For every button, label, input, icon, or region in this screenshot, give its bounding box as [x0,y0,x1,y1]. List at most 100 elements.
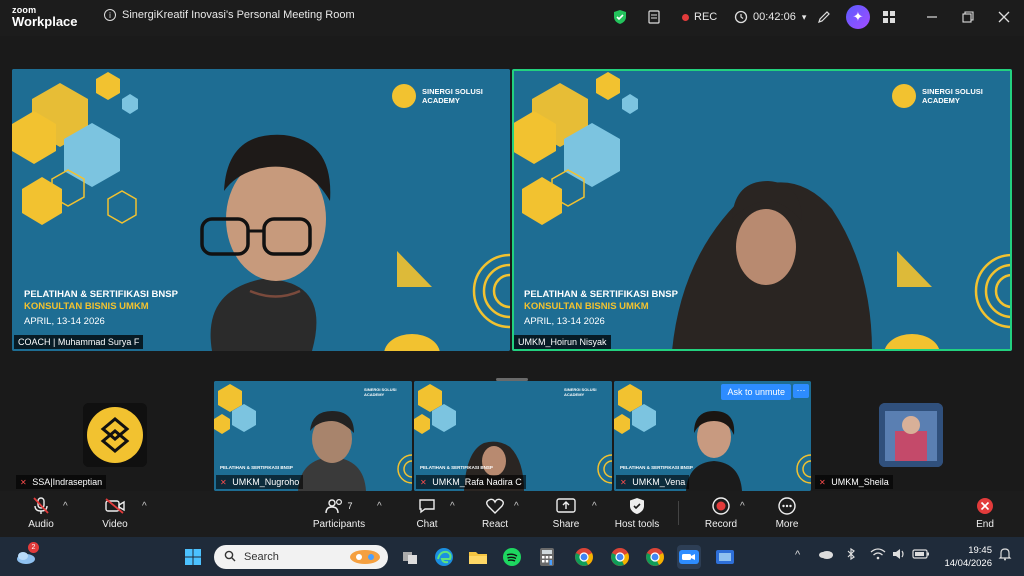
gallery-tile-rafa[interactable]: SINERGI SOLUSI ACADEMY PELATIHAN & SERTI… [414,381,612,491]
participant-more-button[interactable]: ··· [793,384,809,398]
more-button[interactable]: More [752,495,822,530]
end-label: End [976,519,994,530]
slide-heading: PELATIHAN & SERTIFIKASI BNSP [220,465,293,471]
notes-icon[interactable] [646,4,662,30]
chrome-profile-icon[interactable] [608,545,632,569]
react-button[interactable]: React [460,495,530,530]
slide-heading1: PELATIHAN & SERTIFIKASI BNSP [524,289,678,300]
participant-name-label: ✕ SSA|Indraseptian [16,475,107,489]
search-icon [224,550,236,565]
react-options-chevron-icon[interactable]: ^ [514,501,519,512]
video-tile-hoirun[interactable]: SINERGI SOLUSI ACADEMY PELATIHAN & SERTI… [512,69,1012,351]
org-line1: SINERGI SOLUSI [422,87,483,96]
share-button[interactable]: Share [531,495,601,530]
participants-count: 7 [347,501,353,511]
muted-mic-icon: ✕ [620,478,627,487]
slide-heading: PELATIHAN & SERTIFIKASI BNSP KONSULTAN B… [524,289,678,328]
slide-heading: PELATIHAN & SERTIFIKASI BNSP [420,465,493,470]
participant-name: COACH | Muhammad Surya F [18,337,140,347]
whiteboard-app-icon[interactable] [713,545,737,569]
minimize-icon[interactable] [926,4,938,30]
tray-overflow-chevron-icon[interactable]: ^ [795,549,800,561]
record-options-chevron-icon[interactable]: ^ [740,501,745,512]
info-icon[interactable]: i [104,9,116,21]
clock-icon [734,10,748,24]
rec-label: REC [694,11,718,23]
slide-date: APRIL, 13-14 2026 [24,316,105,327]
participant-name-label: ✕ UMKM_Vena [616,475,690,489]
participants-options-chevron-icon[interactable]: ^ [377,501,382,512]
meeting-info[interactable]: i SinergiKreatif Inovasi's Personal Meet… [104,9,355,21]
end-meeting-button[interactable]: End [950,495,1020,530]
restore-icon[interactable] [962,4,974,30]
recording-indicator[interactable]: REC [682,4,717,30]
view-grid-icon[interactable] [882,4,896,30]
video-button[interactable]: Video [80,495,150,530]
chrome-icon[interactable] [572,545,596,569]
participant-name: UMKM_Rafa Nadira C [432,477,522,487]
calculator-icon[interactable] [535,545,559,569]
gallery-tile-sheila[interactable]: ✕ UMKM_Sheila [813,381,1012,491]
muted-mic-icon: ✕ [220,478,227,487]
bluetooth-icon[interactable] [844,547,858,564]
wifi-icon[interactable] [870,547,886,564]
start-button[interactable] [181,545,205,569]
task-view-icon[interactable] [398,545,422,569]
audio-options-chevron-icon[interactable]: ^ [63,501,68,512]
rec-dot-icon [682,13,689,21]
notification-badge: 2 [28,542,39,553]
meeting-title: SinergiKreatif Inovasi's Personal Meetin… [122,9,355,21]
muted-mic-icon: ✕ [819,478,826,487]
share-options-chevron-icon[interactable]: ^ [592,501,597,512]
gallery-tile-nugroho[interactable]: SINERGI SOLUSI ACADEMY PELATIHAN & SERTI… [214,381,412,491]
avatar [83,403,147,467]
more-icon [777,495,797,517]
spotify-icon[interactable] [500,545,524,569]
chat-options-chevron-icon[interactable]: ^ [450,501,455,512]
slide-heading: PELATIHAN & SERTIFIKASI BNSP KONSULTAN B… [24,289,178,328]
zoom-app-icon[interactable] [677,545,701,569]
edge-browser-icon[interactable] [432,545,456,569]
weather-widget[interactable]: 2 [14,542,39,569]
slide-heading1: PELATIHAN & SERTIFIKASI BNSP [24,289,178,300]
toolbar-divider [678,501,679,525]
participant-name: UMKM_Vena [632,477,686,487]
shield-icon [628,495,646,517]
avatar [879,403,943,467]
gallery-tile-vena[interactable]: PELATIHAN & SERTIFIKASI BNSP Ask to unmu… [614,381,811,491]
system-clock[interactable]: 19:45 14/04/2026 [936,544,992,570]
chevron-down-icon[interactable]: ▾ [802,12,807,23]
video-stage: SINERGI SOLUSI ACADEMY PELATIHAN & SERTI… [0,36,1024,491]
participant-name-label: ✕ UMKM_Nugroho [216,475,304,489]
participants-icon: 7 [325,495,353,517]
volume-icon[interactable] [891,547,907,564]
chat-label: Chat [416,519,438,530]
record-button[interactable]: Record [686,495,756,530]
gallery-tile-indraseptian[interactable]: ✕ SSA|Indraseptian [12,381,212,491]
taskbar-search-box[interactable]: Search [214,545,388,569]
audio-label: Audio [28,519,54,530]
org-line2: ACADEMY [364,392,385,397]
battery-icon[interactable] [912,547,930,564]
security-shield-icon[interactable] [612,4,628,30]
onedrive-cloud-icon[interactable] [818,548,834,563]
host-tools-label: Host tools [614,519,660,530]
participant-name-label: ✕ UMKM_Rafa Nadira C [416,475,526,489]
ask-to-unmute-button[interactable]: Ask to unmute [721,384,791,400]
meeting-timer[interactable]: 00:42:06 ▾ [734,4,806,30]
host-tools-button[interactable]: Host tools [602,495,672,530]
video-options-chevron-icon[interactable]: ^ [142,501,147,512]
os-taskbar: 2 Search ^ 19:45 14/04/2026 [0,537,1024,576]
participant-name: UMKM_Nugroho [232,477,300,487]
ai-companion-button[interactable]: ✦ [846,4,870,30]
participants-label: Participants [312,519,366,530]
video-tile-coach[interactable]: SINERGI SOLUSI ACADEMY PELATIHAN & SERTI… [12,69,510,351]
annotate-pen-icon[interactable] [816,4,832,30]
participant-name-label: COACH | Muhammad Surya F [14,335,144,349]
close-icon[interactable] [998,4,1010,30]
participants-button[interactable]: 7 Participants [304,495,374,530]
chrome-profile-2-icon[interactable] [643,545,667,569]
file-explorer-icon[interactable] [466,545,490,569]
clock-date: 14/04/2026 [944,558,992,569]
notifications-icon[interactable] [998,547,1012,564]
